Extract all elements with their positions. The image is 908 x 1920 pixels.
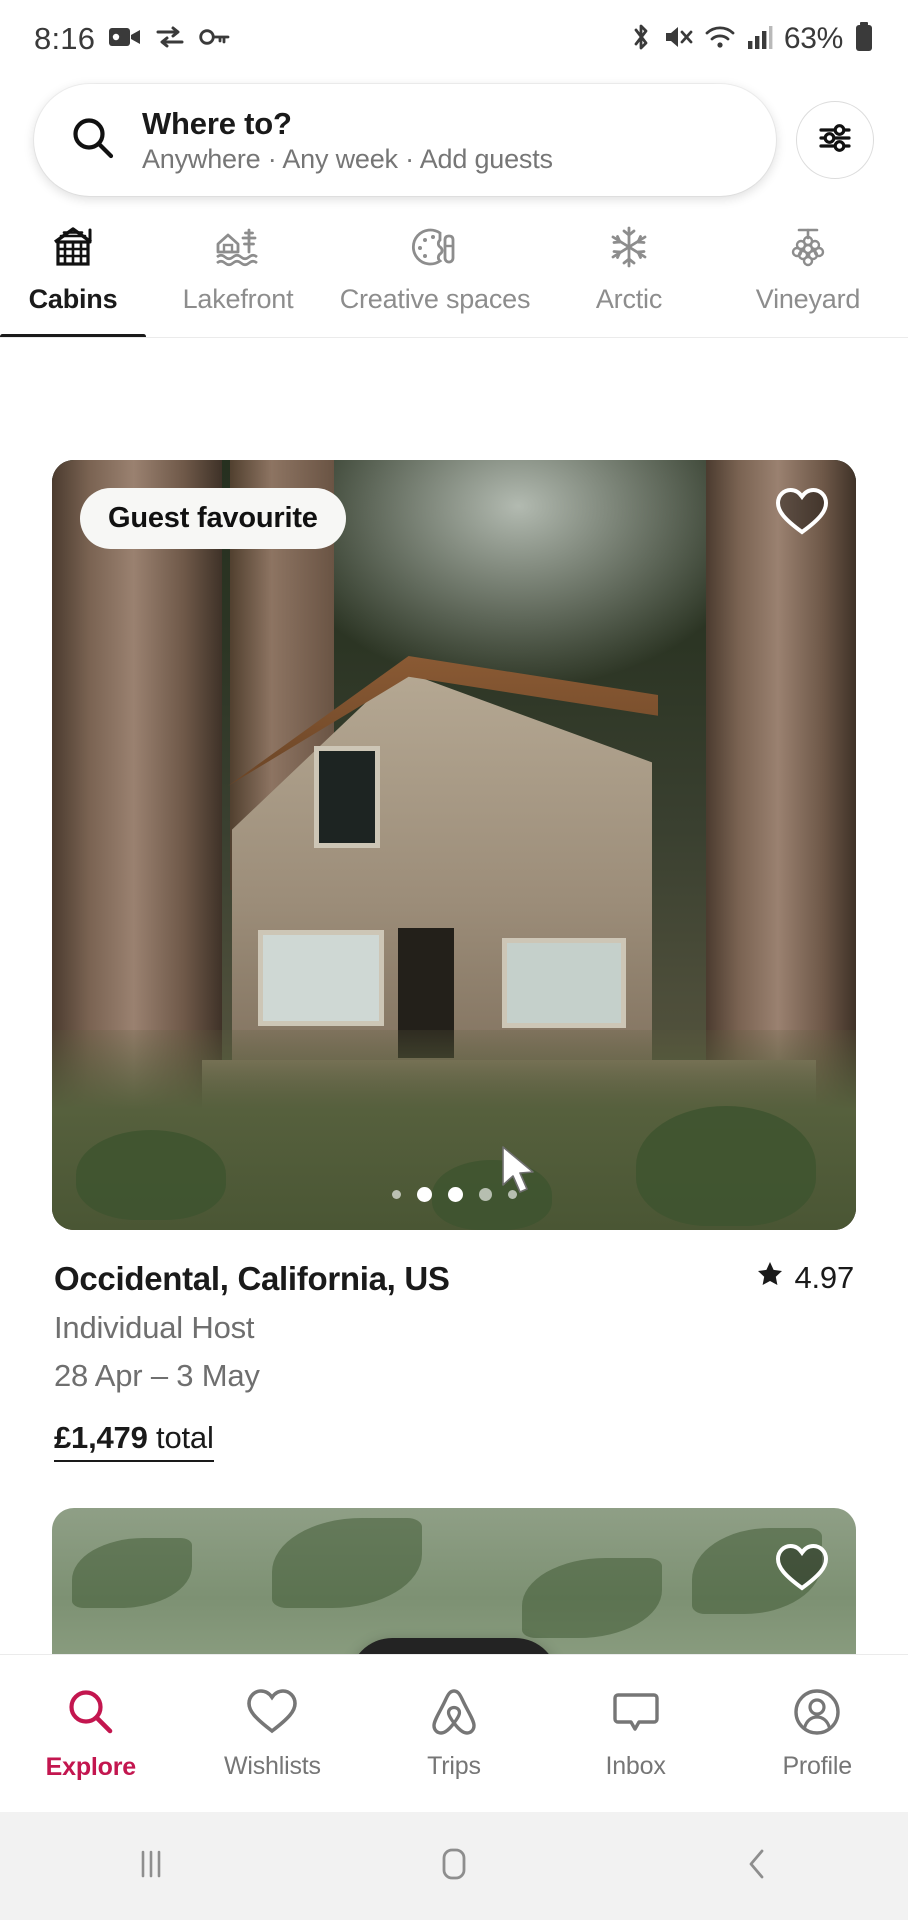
nav-item-profile[interactable]: Profile: [726, 1687, 908, 1781]
home-button[interactable]: [303, 1845, 606, 1888]
listing-host: Individual Host: [54, 1310, 255, 1345]
chat-bubble-icon: [611, 1687, 661, 1742]
listing-price[interactable]: £1,479 total: [54, 1420, 214, 1462]
category-label: Creative spaces: [339, 284, 531, 314]
nav-item-inbox[interactable]: Inbox: [545, 1687, 727, 1781]
category-tabs[interactable]: Cabins Lakefront Creative spaces Arctic …: [0, 196, 908, 338]
category-label: Cabins: [28, 284, 118, 314]
grapes-icon: [784, 224, 832, 270]
category-tab-vineyard[interactable]: Vineyard: [718, 224, 898, 337]
photo-pagination-dots[interactable]: [52, 1187, 856, 1202]
category-label: Arctic: [595, 284, 663, 314]
listing-rating: 4.97: [756, 1260, 854, 1296]
pagination-dot[interactable]: [391, 1190, 401, 1199]
rating-value: 4.97: [794, 1260, 854, 1295]
foliage: [72, 1538, 192, 1608]
snowflake-icon: [605, 224, 653, 270]
filter-sliders-icon: [815, 118, 855, 163]
wifi-icon: [704, 24, 736, 55]
category-label: Lakefront: [182, 284, 294, 314]
pagination-dot[interactable]: [478, 1188, 492, 1201]
filter-button[interactable]: [796, 101, 874, 179]
search-header: Where to? Anywhere · Any week · Add gues…: [0, 78, 908, 338]
listing-card[interactable]: Guest favourite Occidental, California, …: [52, 420, 856, 1462]
data-transfer-icon: [155, 24, 185, 55]
category-tab-arctic[interactable]: Arctic: [540, 224, 718, 337]
listing-photo[interactable]: Guest favourite: [52, 460, 856, 1230]
nav-label: Explore: [45, 1752, 137, 1781]
nav-item-wishlists[interactable]: Wishlists: [182, 1687, 364, 1781]
listing-feed[interactable]: Guest favourite Occidental, California, …: [0, 420, 908, 1768]
shrub: [76, 1130, 226, 1220]
person-circle-icon: [792, 1687, 842, 1742]
nav-label: Trips: [427, 1751, 481, 1780]
category-tab-cabins[interactable]: Cabins: [0, 224, 146, 337]
price-suffix: total: [147, 1420, 214, 1455]
cabin-window-right: [502, 938, 626, 1028]
heart-outline-icon: [246, 1687, 298, 1742]
status-bar-right: 63%: [630, 21, 874, 57]
favourite-button-next[interactable]: [774, 1542, 830, 1599]
cabin-icon: [49, 224, 97, 270]
back-button[interactable]: [605, 1845, 908, 1888]
lakefront-icon: [213, 224, 263, 270]
favourite-button[interactable]: [774, 486, 830, 543]
key-icon: [199, 27, 231, 52]
battery-percent: 63%: [783, 22, 843, 55]
recents-button[interactable]: [0, 1846, 303, 1887]
heart-outline-icon: [774, 1543, 830, 1598]
search-icon: [65, 1686, 117, 1743]
home-icon: [436, 1845, 472, 1888]
airbnb-belo-icon: [429, 1687, 479, 1742]
star-icon: [756, 1260, 784, 1296]
pagination-dot[interactable]: [416, 1187, 432, 1202]
category-tab-creative-spaces[interactable]: Creative spaces: [330, 224, 540, 337]
listing-meta: Occidental, California, US 4.97 Individu…: [52, 1230, 856, 1462]
search-row: Where to? Anywhere · Any week · Add gues…: [0, 84, 908, 196]
listing-location: Occidental, California, US: [54, 1260, 450, 1297]
status-bar: 8:16 63%: [0, 0, 908, 78]
nav-label: Wishlists: [223, 1751, 321, 1780]
nav-label: Profile: [782, 1751, 852, 1780]
search-icon: [70, 115, 116, 166]
search-placeholder-subtitle: Anywhere · Any week · Add guests: [142, 143, 553, 174]
search-placeholder-title: Where to?: [142, 105, 292, 141]
foliage: [272, 1518, 422, 1608]
nav-item-explore[interactable]: Explore: [0, 1686, 182, 1782]
shrub: [636, 1106, 816, 1226]
video-camera-icon: [109, 25, 141, 54]
nav-label: Inbox: [605, 1751, 666, 1780]
cabin-window-left: [258, 930, 384, 1026]
palette-icon: [410, 224, 460, 270]
search-text: Where to? Anywhere · Any week · Add gues…: [142, 106, 553, 175]
nav-item-trips[interactable]: Trips: [363, 1687, 545, 1781]
price-amount: £1,479: [54, 1420, 148, 1455]
heart-outline-icon: [774, 487, 830, 542]
bluetooth-icon: [630, 22, 652, 57]
status-bar-left: 8:16: [34, 21, 231, 57]
guest-favourite-badge: Guest favourite: [80, 488, 346, 549]
category-label: Vineyard: [755, 284, 861, 314]
pagination-dot[interactable]: [507, 1190, 517, 1199]
category-tab-lakefront[interactable]: Lakefront: [146, 224, 330, 337]
listing-title-row: Occidental, California, US 4.97: [54, 1260, 854, 1298]
pagination-dot[interactable]: [447, 1187, 463, 1202]
battery-icon: [854, 21, 874, 57]
recents-icon: [135, 1846, 167, 1887]
back-chevron-icon: [742, 1845, 772, 1888]
search-bar[interactable]: Where to? Anywhere · Any week · Add gues…: [34, 84, 776, 196]
app-screen: 8:16 63% Where to? Anywhere · Any week ·…: [0, 0, 908, 1920]
bottom-navigation[interactable]: Explore Wishlists Trips Inbox Profile: [0, 1654, 908, 1812]
system-navigation-bar[interactable]: [0, 1812, 908, 1920]
status-time: 8:16: [34, 21, 96, 56]
mute-icon: [663, 23, 693, 56]
foliage: [522, 1558, 662, 1638]
cellular-signal-icon: [747, 24, 773, 55]
cabin-window-upper: [314, 746, 380, 848]
listing-dates: 28 Apr – 3 May: [54, 1358, 260, 1393]
